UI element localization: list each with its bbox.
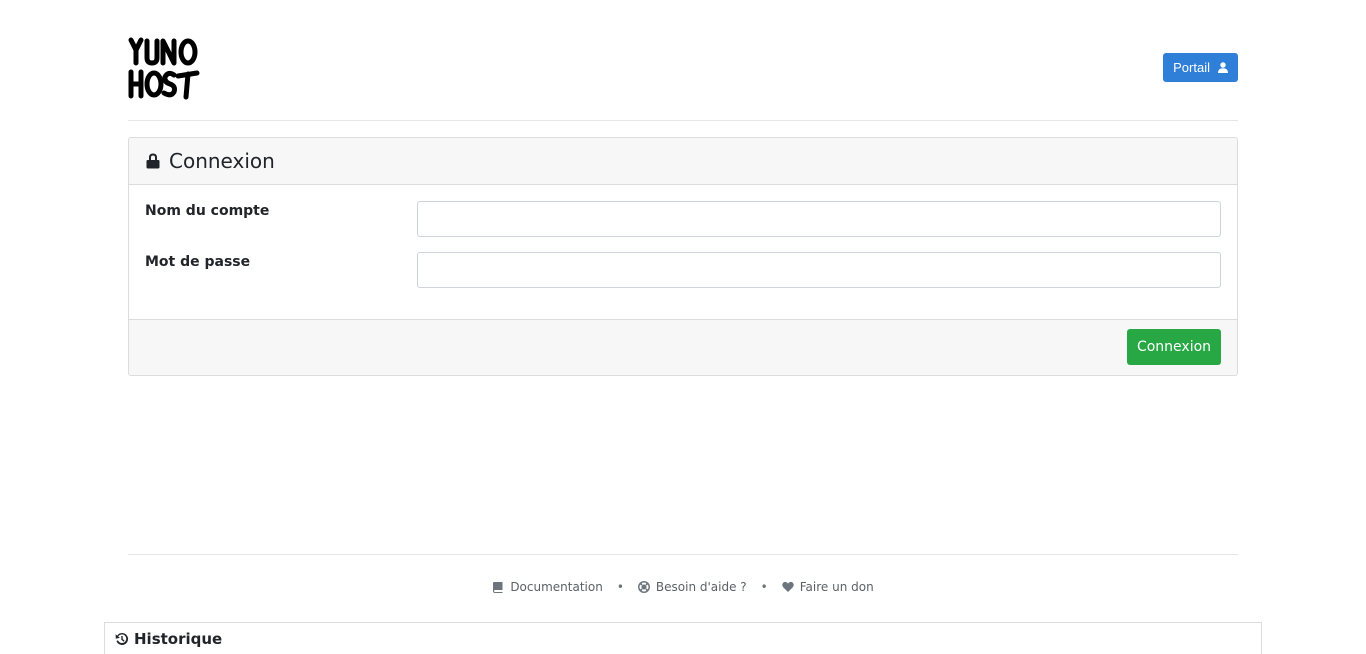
history-panel[interactable]: Historique — [104, 622, 1262, 654]
username-input[interactable] — [417, 201, 1221, 237]
history-title: Historique — [134, 629, 223, 648]
login-card-footer: Connexion — [129, 319, 1237, 375]
book-icon — [493, 582, 503, 593]
password-label: Mot de passe — [145, 254, 251, 270]
password-row: Mot de passe — [145, 252, 1221, 288]
password-input[interactable] — [417, 252, 1221, 288]
login-form: Nom du compte Mot de passe — [129, 185, 1237, 320]
username-row: Nom du compte — [145, 201, 1221, 237]
username-label: Nom du compte — [145, 203, 270, 219]
documentation-link[interactable]: Documentation — [492, 580, 603, 594]
help-link[interactable]: Besoin d'aide ? — [637, 580, 747, 594]
login-card: Connexion Nom du compte Mot de passe Con… — [128, 137, 1238, 376]
footer-links: Documentation • Besoin d'aide ? • Faire … — [0, 580, 1366, 594]
lock-icon — [146, 153, 160, 169]
login-card-header: Connexion — [129, 138, 1237, 185]
history-icon — [115, 632, 129, 645]
header: Portail — [128, 0, 1238, 121]
login-card-title: Connexion — [169, 149, 275, 173]
portal-button[interactable]: Portail — [1163, 53, 1238, 82]
yunohost-logo[interactable] — [128, 36, 200, 100]
footer-divider — [128, 554, 1238, 555]
portal-button-label: Portail — [1173, 60, 1210, 75]
footer-separator: • — [616, 580, 624, 594]
donate-link[interactable]: Faire un don — [781, 580, 874, 594]
donate-link-label: Faire un don — [799, 580, 874, 594]
yunohost-logo-icon — [128, 37, 200, 100]
user-icon — [1218, 62, 1228, 73]
help-link-label: Besoin d'aide ? — [655, 580, 747, 594]
documentation-link-label: Documentation — [510, 580, 603, 594]
lifebuoy-icon — [637, 581, 650, 593]
footer-separator: • — [760, 580, 768, 594]
heart-icon — [781, 581, 794, 592]
login-button[interactable]: Connexion — [1127, 329, 1221, 365]
